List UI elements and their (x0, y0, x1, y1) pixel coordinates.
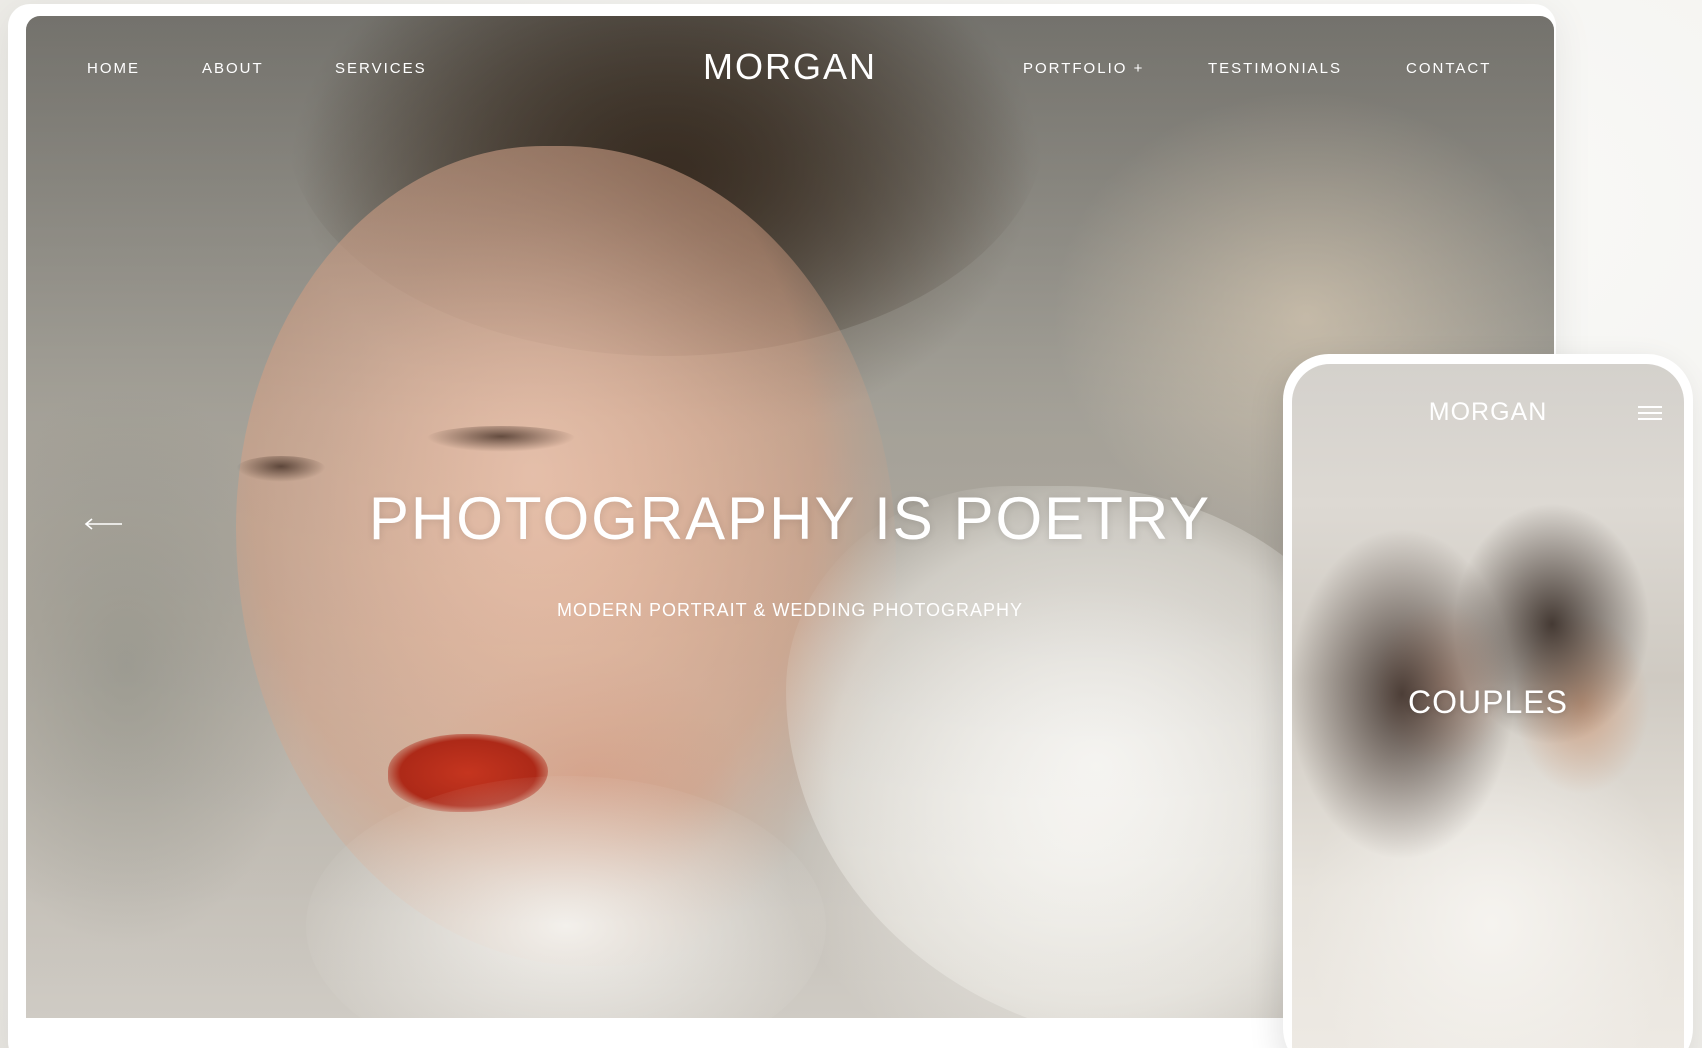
mockup-stage: HOME ABOUT SERVICES MORGAN PORTFOLIO + T… (0, 0, 1702, 1048)
nav-portfolio[interactable]: PORTFOLIO + (1023, 60, 1144, 77)
nav-contact[interactable]: CONTACT (1406, 60, 1491, 77)
nav-testimonials[interactable]: TESTIMONIALS (1208, 60, 1342, 77)
mobile-category-couples[interactable]: COUPLES (1292, 684, 1684, 721)
hamburger-menu-icon[interactable] (1638, 406, 1662, 422)
mobile-screen: MORGAN COUPLES (1292, 364, 1684, 1048)
mobile-site-logo[interactable]: MORGAN (1292, 398, 1684, 427)
mobile-frame: MORGAN COUPLES (1283, 354, 1693, 1048)
